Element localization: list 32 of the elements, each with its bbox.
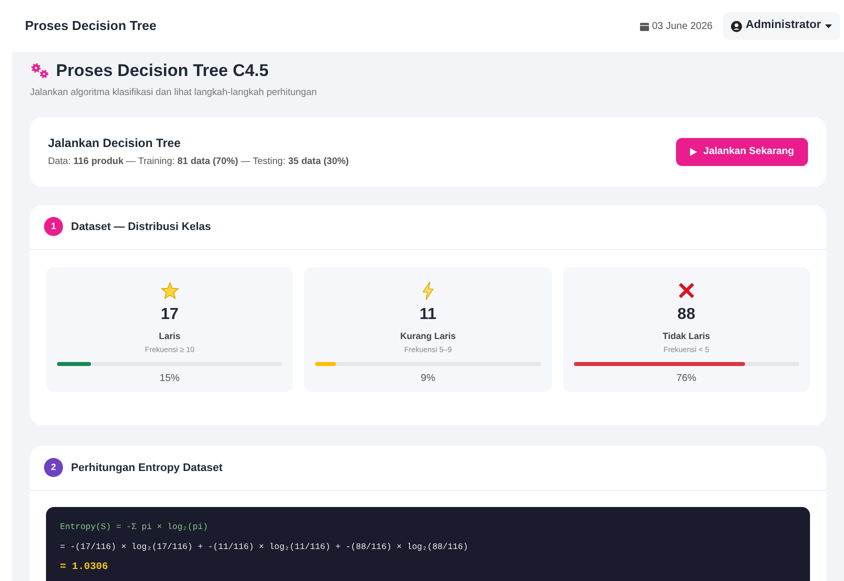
gears-icon <box>30 62 50 79</box>
class-count: 11 <box>420 304 436 325</box>
star-icon <box>160 282 179 300</box>
class-label: Kurang Laris <box>400 330 456 343</box>
step-number: 2 <box>44 458 63 478</box>
user-menu[interactable]: Administrator <box>722 12 840 40</box>
date-text: 03 June 2026 <box>652 20 713 34</box>
caret-icon <box>825 24 832 28</box>
lightning-icon <box>422 282 434 300</box>
user-icon <box>730 20 742 32</box>
play-icon <box>690 148 698 156</box>
section-title: Dataset — Distribusi Kelas <box>71 220 211 234</box>
cross-icon <box>678 282 695 300</box>
calendar-icon <box>640 22 649 30</box>
class-percent: 76% <box>676 372 696 386</box>
data-summary: Data: 116 produk — Training: 81 data (70%) — Testing: 35 data (30%) <box>48 155 349 170</box>
heading: Proses Decision Tree C4.5 <box>56 60 269 82</box>
class-count: 17 <box>160 304 179 325</box>
page-title: Proses Decision Tree <box>25 17 157 36</box>
class-label: Laris <box>158 330 180 343</box>
run-button[interactable]: Jalankan Sekarang <box>676 138 808 166</box>
card-title: Jalankan Decision Tree <box>48 135 182 152</box>
class-percent: 9% <box>420 372 436 386</box>
class-count: 88 <box>677 304 696 325</box>
class-percent: 15% <box>160 372 180 386</box>
formula-line: Entropy(S) = -Σ pi × log₂(pi) <box>60 520 209 534</box>
subtitle: Jalankan algoritma klasifikasi dan lihat langkah-langkah perhitungan <box>30 86 318 100</box>
class-label: Tidak Laris <box>662 330 710 343</box>
section-title: Perhitungan Entropy Dataset <box>71 460 223 476</box>
step-number: 1 <box>44 217 63 236</box>
entropy-result: = 1.0306 <box>60 561 110 576</box>
formula-line: = -(17/116) × log₂(17/116) + -(11/116) × log₂(11/116) + -(88/116) × log₂(88/116) <box>60 540 470 554</box>
